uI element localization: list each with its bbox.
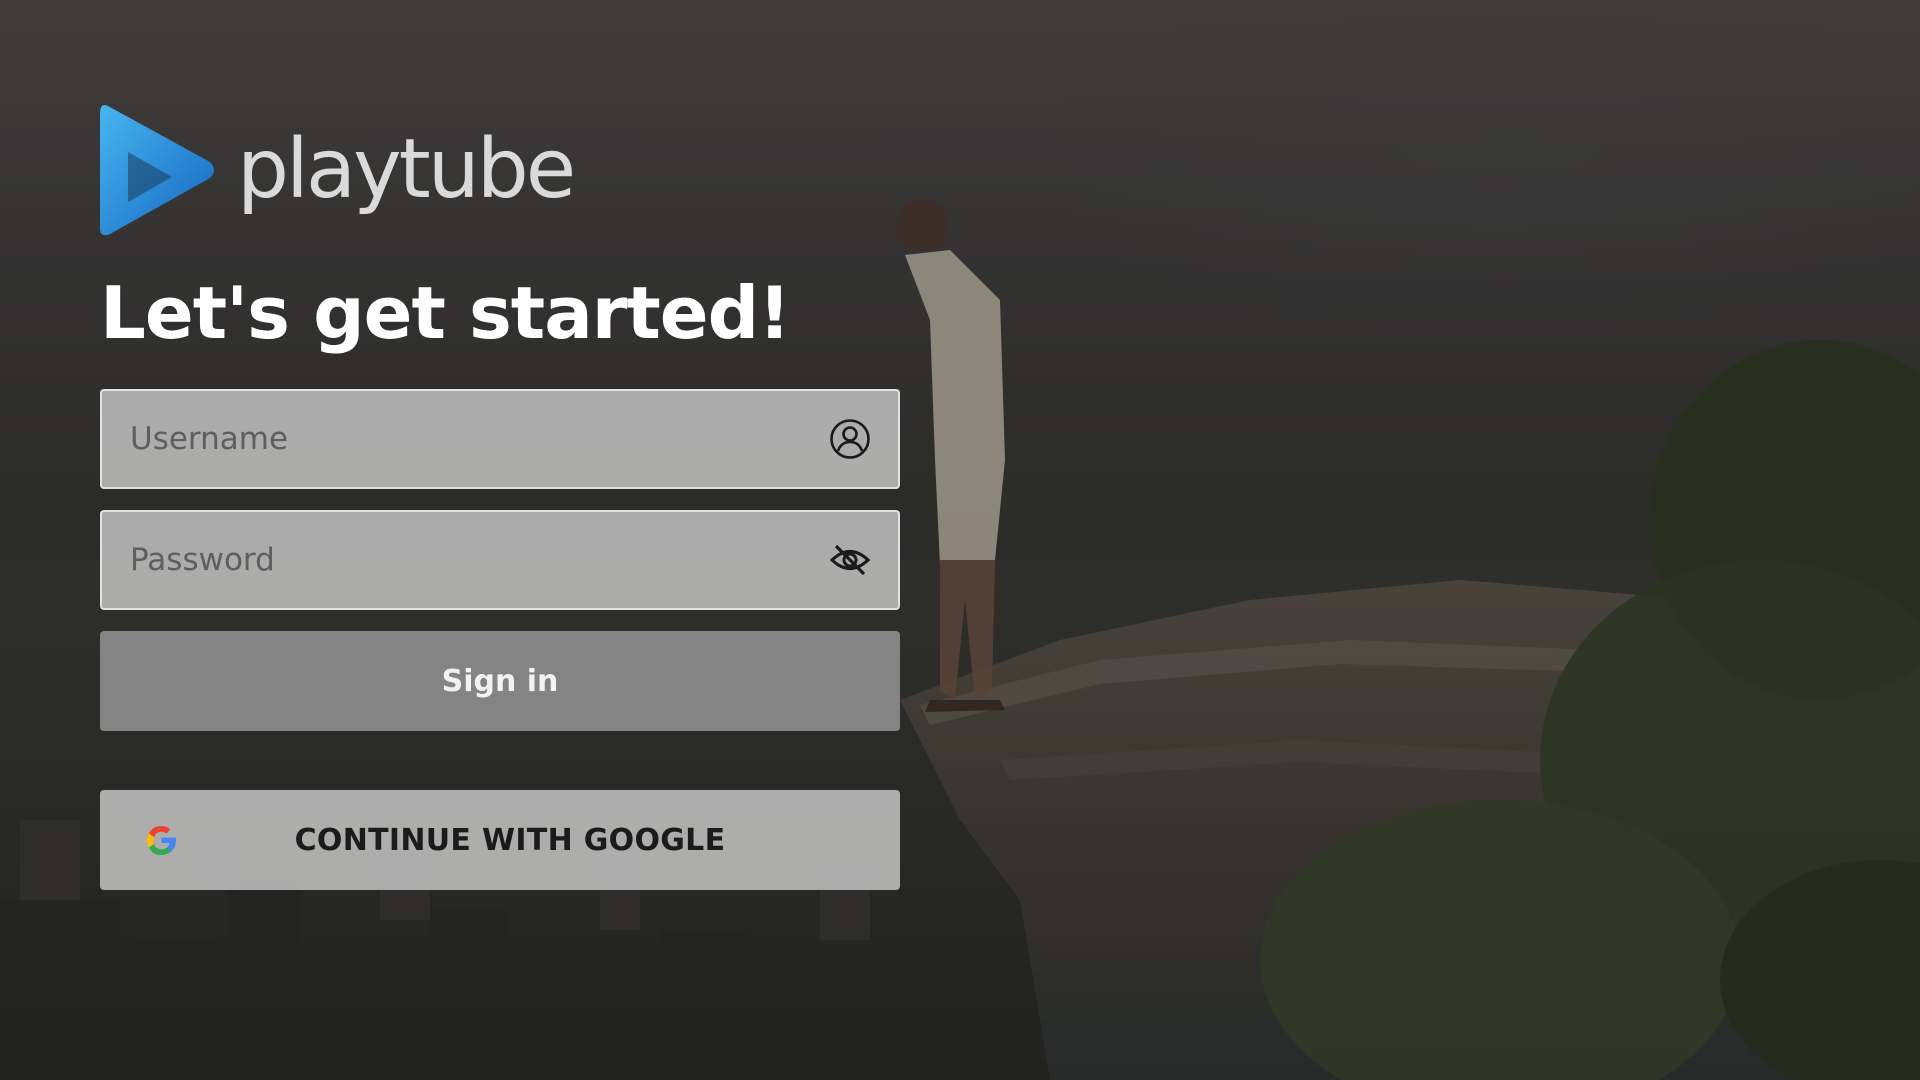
password-field[interactable]: [100, 510, 900, 610]
sign-in-button[interactable]: Sign in: [100, 631, 900, 731]
page-title: Let's get started!: [100, 271, 791, 355]
brand-name: playtube: [237, 122, 576, 217]
eye-off-icon[interactable]: [828, 538, 872, 582]
user-circle-icon: [828, 417, 872, 461]
login-screen: playtube Let's get started! Sign in: [0, 0, 1920, 1080]
username-field[interactable]: [100, 389, 900, 489]
google-label: CONTINUE WITH GOOGLE: [294, 822, 726, 858]
password-input[interactable]: [102, 512, 828, 608]
continue-with-google-button[interactable]: CONTINUE WITH GOOGLE: [100, 790, 900, 890]
username-input[interactable]: [102, 391, 828, 487]
playtube-logo: playtube: [100, 100, 576, 240]
sign-in-label: Sign in: [441, 663, 559, 699]
play-triangle-icon: [100, 105, 214, 236]
google-g-icon: [147, 826, 176, 855]
